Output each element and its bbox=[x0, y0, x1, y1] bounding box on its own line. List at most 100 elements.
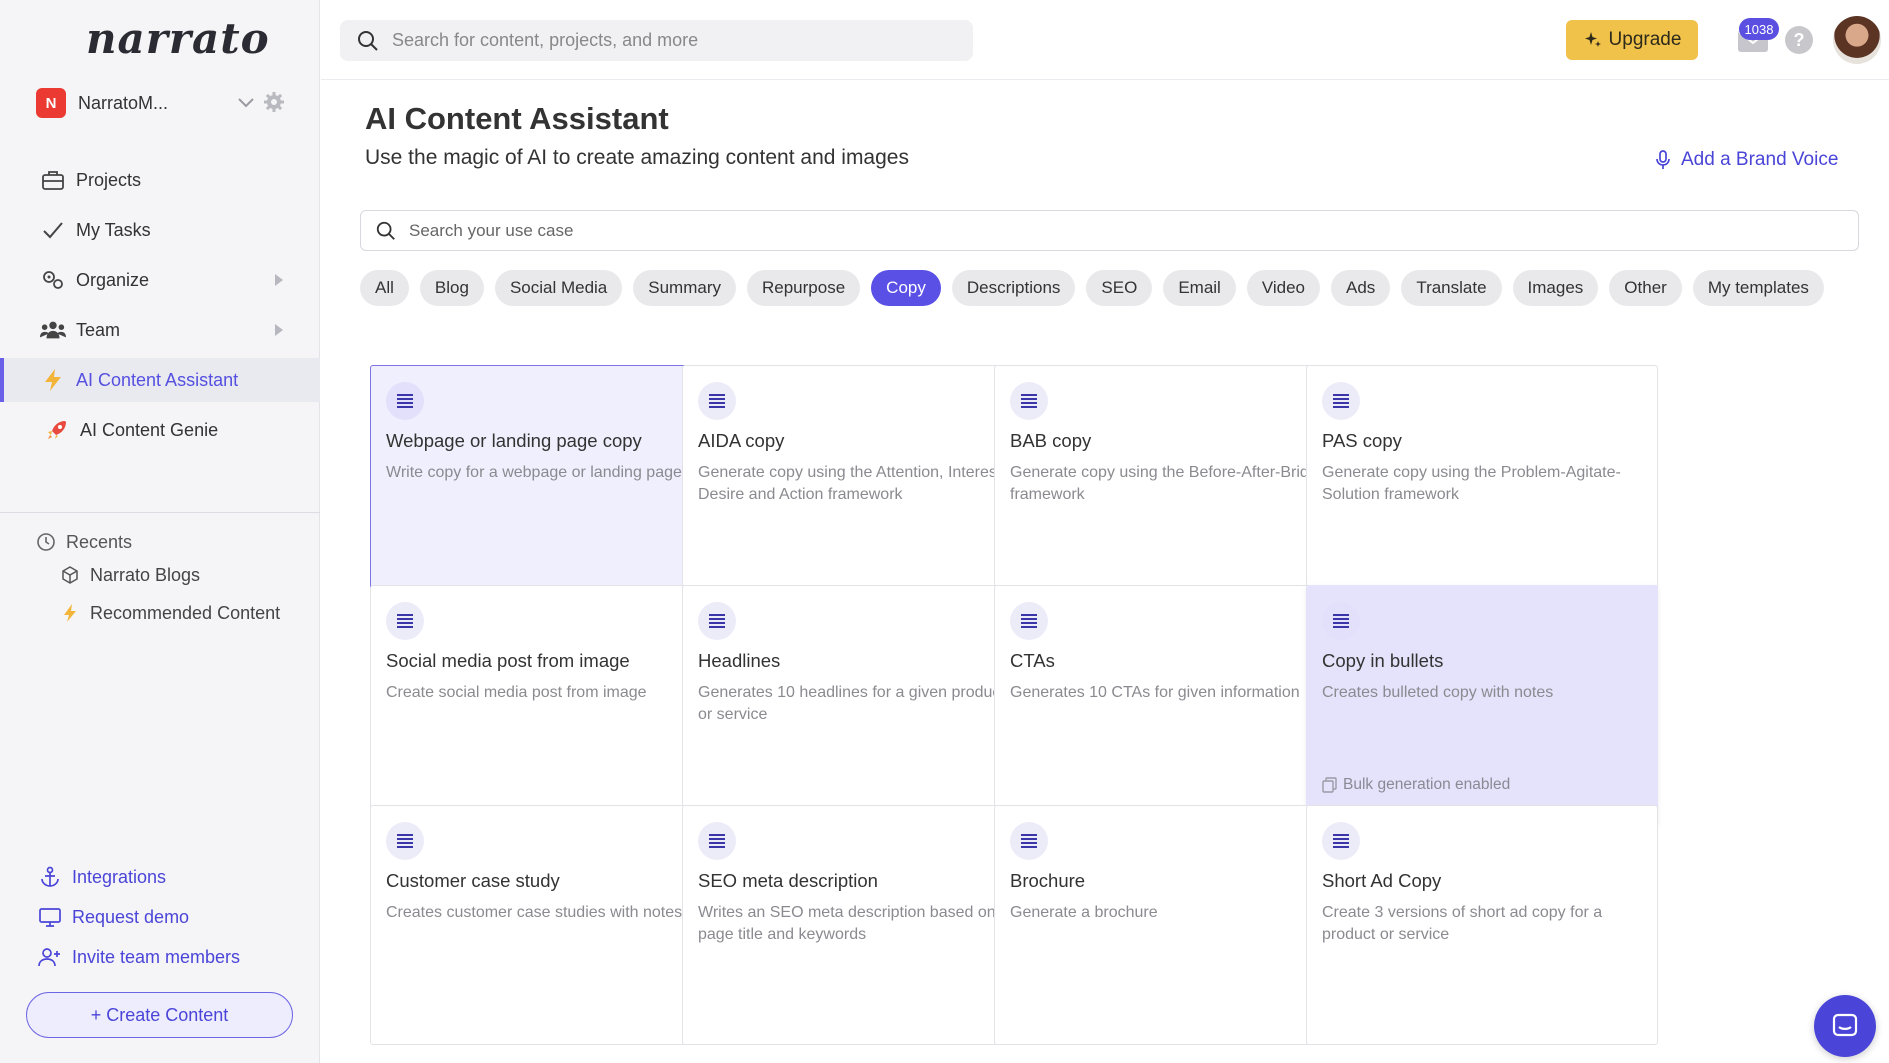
card-title: Brochure bbox=[1010, 870, 1086, 891]
recent-item-narrato-blogs[interactable]: Narrato Blogs bbox=[36, 556, 280, 594]
filter-chip[interactable]: Summary bbox=[633, 270, 736, 306]
sidebar-item-label: AI Content Assistant bbox=[76, 369, 239, 390]
filter-chip[interactable]: SEO bbox=[1086, 270, 1153, 306]
gear-icon[interactable] bbox=[262, 90, 286, 114]
add-brand-voice-link[interactable]: Add a Brand Voice bbox=[1653, 149, 1838, 171]
filter-chip[interactable]: All bbox=[360, 270, 409, 306]
recent-item-label: Narrato Blogs bbox=[90, 564, 201, 585]
sidebar-item-projects[interactable]: Projects bbox=[0, 158, 320, 202]
template-card[interactable]: Headlines Generates 10 headlines for a gi… bbox=[682, 585, 1034, 825]
chat-support-button[interactable] bbox=[1814, 995, 1876, 1057]
card-title: PAS copy bbox=[1322, 430, 1402, 451]
filter-chip[interactable]: Other bbox=[1609, 270, 1682, 306]
card-title: Short Ad Copy bbox=[1322, 870, 1442, 891]
card-title: AIDA copy bbox=[698, 430, 785, 451]
sidebar-item-label: Organize bbox=[76, 269, 150, 290]
chevron-down-icon[interactable] bbox=[234, 90, 258, 114]
filter-chip[interactable]: Images bbox=[1512, 270, 1599, 306]
card-title: SEO meta description bbox=[698, 870, 878, 891]
filter-chip[interactable]: Email bbox=[1163, 270, 1236, 306]
upgrade-label: Upgrade bbox=[1608, 29, 1682, 50]
invite-team-label: Invite team members bbox=[72, 946, 241, 967]
search-icon bbox=[376, 221, 395, 240]
workspace-switcher[interactable]: N NarratoM... bbox=[36, 88, 290, 118]
filter-chip[interactable]: Copy bbox=[871, 270, 941, 306]
sidebar-item-label: AI Content Genie bbox=[80, 419, 219, 440]
template-card[interactable]: AIDA copy Generate copy using the Attenti… bbox=[682, 365, 1034, 605]
integrations-label: Integrations bbox=[72, 866, 167, 887]
notification-badge[interactable]: 1038 bbox=[1739, 18, 1779, 40]
briefcase-icon bbox=[40, 167, 66, 193]
sidebar-item-organize[interactable]: Organize bbox=[0, 258, 320, 302]
template-card[interactable]: Customer case study Creates customer case… bbox=[370, 805, 722, 1045]
recent-item-recommended-content[interactable]: Recommended Content bbox=[36, 594, 280, 632]
bulk-generation-note: Bulk generation enabled bbox=[1322, 776, 1510, 794]
template-card[interactable]: CTAs Generates 10 CTAs for given informat… bbox=[994, 585, 1346, 825]
card-description: Creates bulleted copy with notes bbox=[1322, 684, 1554, 701]
lightning-icon bbox=[60, 603, 80, 623]
list-icon bbox=[386, 822, 424, 860]
filter-chip[interactable]: Video bbox=[1246, 270, 1321, 306]
help-icon[interactable]: ? bbox=[1785, 26, 1813, 54]
list-icon bbox=[1010, 602, 1048, 640]
card-title: Social media post from image bbox=[386, 650, 630, 671]
sidebar-item-label: My Tasks bbox=[76, 219, 151, 240]
copy-icon bbox=[1322, 777, 1337, 793]
usecase-search[interactable] bbox=[360, 210, 1859, 251]
sidebar-item-ai-content-assistant[interactable]: AI Content Assistant bbox=[0, 358, 320, 402]
list-icon bbox=[698, 382, 736, 420]
card-title: Copy in bullets bbox=[1322, 650, 1444, 671]
card-description: Generate copy using the Attention, Inter… bbox=[698, 464, 1006, 503]
filter-chip[interactable]: Ads bbox=[1331, 270, 1391, 306]
filter-chip[interactable]: Descriptions bbox=[951, 270, 1076, 306]
recents-title: Recents bbox=[36, 528, 280, 556]
lightning-icon bbox=[40, 367, 66, 393]
card-description: Create social media post from image bbox=[386, 684, 647, 701]
app-logo[interactable]: narrato bbox=[86, 14, 270, 63]
template-card[interactable]: BAB copy Generate copy using the Before-A… bbox=[994, 365, 1346, 605]
bulk-label: Bulk generation enabled bbox=[1343, 776, 1511, 793]
template-card[interactable]: Brochure Generate a brochure bbox=[994, 805, 1346, 1045]
template-card[interactable]: Short Ad Copy Create 3 versions of short … bbox=[1306, 805, 1658, 1045]
expand-arrow-icon[interactable] bbox=[275, 324, 283, 336]
template-card[interactable]: Copy in bullets Creates bulleted copy wit… bbox=[1306, 585, 1658, 825]
template-card[interactable]: Social media post from image Create socia… bbox=[370, 585, 722, 825]
request-demo-link[interactable]: Request demo bbox=[38, 897, 240, 937]
template-card[interactable]: PAS copy Generate copy using the Problem-… bbox=[1306, 365, 1658, 605]
card-title: Webpage or landing page copy bbox=[386, 430, 642, 451]
template-card[interactable]: Webpage or landing page copy Write copy f… bbox=[370, 365, 722, 605]
avatar[interactable] bbox=[1833, 16, 1881, 64]
filter-chip[interactable]: Blog bbox=[419, 270, 484, 306]
filter-chip[interactable]: My templates bbox=[1692, 270, 1824, 306]
integrations-link[interactable]: Integrations bbox=[38, 857, 240, 897]
template-card[interactable]: SEO meta description Writes an SEO meta d… bbox=[682, 805, 1034, 1045]
filter-chip[interactable]: Social Media bbox=[494, 270, 623, 306]
invite-team-link[interactable]: Invite team members bbox=[38, 937, 240, 977]
global-search-input[interactable] bbox=[392, 30, 952, 51]
create-content-button[interactable]: + Create Content bbox=[26, 992, 293, 1038]
filter-chip[interactable]: Translate bbox=[1401, 270, 1502, 306]
usecase-search-input[interactable] bbox=[409, 220, 1809, 241]
sidebar-item-team[interactable]: Team bbox=[0, 308, 320, 352]
page-title: AI Content Assistant bbox=[365, 101, 669, 136]
add-user-icon bbox=[38, 945, 62, 969]
team-icon bbox=[40, 317, 66, 343]
expand-arrow-icon[interactable] bbox=[275, 274, 283, 286]
card-description: Creates customer case studies with notes bbox=[386, 904, 683, 921]
recents-section: Recents Narrato Blogs Recommended Conten… bbox=[36, 528, 280, 632]
gears-icon bbox=[40, 267, 66, 293]
recent-item-label: Recommended Content bbox=[90, 602, 281, 623]
filter-chip[interactable]: Repurpose bbox=[747, 270, 861, 306]
upgrade-button[interactable]: Upgrade bbox=[1566, 20, 1698, 60]
global-search[interactable] bbox=[340, 20, 973, 61]
sidebar-item-ai-content-genie[interactable]: AI Content Genie bbox=[0, 408, 320, 452]
sidebar-item-my-tasks[interactable]: My Tasks bbox=[0, 208, 320, 252]
check-icon bbox=[40, 217, 66, 243]
sidebar-nav: Projects My Tasks Organize Team AI Conte… bbox=[0, 158, 320, 458]
main-content: AI Content Assistant Use the magic of AI… bbox=[321, 80, 1889, 1063]
list-icon bbox=[698, 822, 736, 860]
sidebar: narrato N NarratoM... Projects My Tasks … bbox=[0, 0, 320, 1063]
rocket-icon bbox=[44, 417, 70, 443]
sparkle-icon bbox=[1584, 32, 1601, 47]
list-icon bbox=[698, 602, 736, 640]
